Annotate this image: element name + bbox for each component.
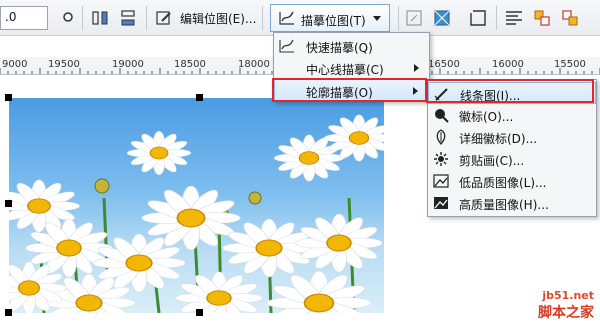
line-art-icon: [434, 88, 448, 101]
low-quality-image-icon: [433, 174, 449, 188]
daisy-photo: [9, 114, 384, 313]
menu-item-label: 线条图(I)...: [460, 89, 521, 103]
toolbar-separator: [146, 6, 147, 30]
menu-item-clipart[interactable]: 剪贴画(C)...: [428, 148, 596, 170]
menu-item-label: 轮廓描摹(O): [306, 86, 373, 100]
menu-item-label: 快速描摹(Q): [306, 41, 373, 55]
selection-handle[interactable]: [5, 309, 12, 316]
menu-item-detailed-logo[interactable]: 详细徽标(D)...: [428, 126, 596, 148]
menu-item-label: 高质量图像(H)...: [459, 198, 549, 212]
menu-item-low-quality-image[interactable]: 低品质图像(L)...: [428, 170, 596, 192]
quick-trace-icon: [279, 39, 294, 53]
flip-horizontal-icon[interactable]: [90, 8, 110, 28]
watermark-url: jb51.net: [542, 289, 594, 302]
detailed-logo-icon: [436, 129, 446, 146]
selection-handle[interactable]: [5, 200, 12, 207]
value-input[interactable]: .0: [0, 6, 48, 30]
toolbar-separator: [496, 6, 497, 30]
selection-handle[interactable]: [5, 94, 12, 101]
watermark: jb51.net 脚本之家: [538, 289, 594, 322]
menu-item-high-quality-image[interactable]: 高质量图像(H)...: [428, 192, 596, 214]
menu-item-label: 详细徽标(D)...: [459, 132, 538, 146]
circle-option-icon[interactable]: [58, 8, 78, 28]
property-bar: .0 编辑位图(E)... 描摹位图(T): [0, 0, 600, 36]
edit-bitmap-icon[interactable]: [154, 8, 174, 28]
watermark-site-name: 脚本之家: [538, 305, 594, 321]
resample-icon[interactable]: [432, 8, 452, 28]
selection-handle[interactable]: [196, 94, 203, 101]
toolbar-separator: [82, 6, 83, 30]
flip-vertical-icon[interactable]: [118, 8, 138, 28]
menu-item-line-art[interactable]: 线条图(I)...: [428, 82, 596, 104]
menu-item-quick-trace[interactable]: 快速描摹(Q): [274, 35, 429, 57]
logo-icon: [435, 109, 449, 123]
edit-bitmap-button[interactable]: 编辑位图(E)...: [180, 10, 256, 27]
menu-item-logo[interactable]: 徽标(O)...: [428, 104, 596, 126]
text-wrap-icon[interactable]: [504, 8, 524, 28]
menu-item-centerline-trace[interactable]: 中心线描摹(C): [274, 57, 429, 79]
crop-bitmap-icon[interactable]: [468, 8, 488, 28]
toolbar-separator: [262, 6, 263, 30]
submenu-arrow-icon: [413, 87, 418, 95]
high-quality-image-icon: [434, 197, 448, 209]
toolbar-separator: [398, 6, 399, 30]
outline-trace-submenu: 线条图(I)... 徽标(O)... 详细徽标(D)... 剪贴画(C)... …: [427, 79, 597, 217]
menu-item-label: 剪贴画(C)...: [459, 154, 525, 168]
arrange-front-icon[interactable]: [532, 8, 552, 28]
clipart-icon: [434, 152, 448, 166]
menu-item-label: 中心线描摹(C): [306, 63, 384, 77]
trace-bitmap-icon: [279, 11, 294, 25]
menu-item-label: 徽标(O)...: [459, 110, 514, 124]
dropdown-arrow-icon[interactable]: [373, 16, 381, 21]
menu-item-label: 低品质图像(L)...: [459, 176, 547, 190]
daisy-bitmap-image[interactable]: [9, 98, 384, 313]
trace-bitmap-label: 描摹位图(T): [301, 14, 366, 28]
trace-bitmap-menu: 快速描摹(Q) 中心线描摹(C) 轮廓描摹(O): [273, 32, 430, 102]
trace-bitmap-button[interactable]: 描摹位图(T): [270, 4, 390, 32]
arrange-back-icon[interactable]: [560, 8, 580, 28]
submenu-arrow-icon: [414, 64, 419, 72]
bitmap-mask-icon[interactable]: [404, 8, 424, 28]
menu-item-outline-trace[interactable]: 轮廓描摹(O): [274, 79, 429, 101]
selection-handle[interactable]: [196, 309, 203, 316]
